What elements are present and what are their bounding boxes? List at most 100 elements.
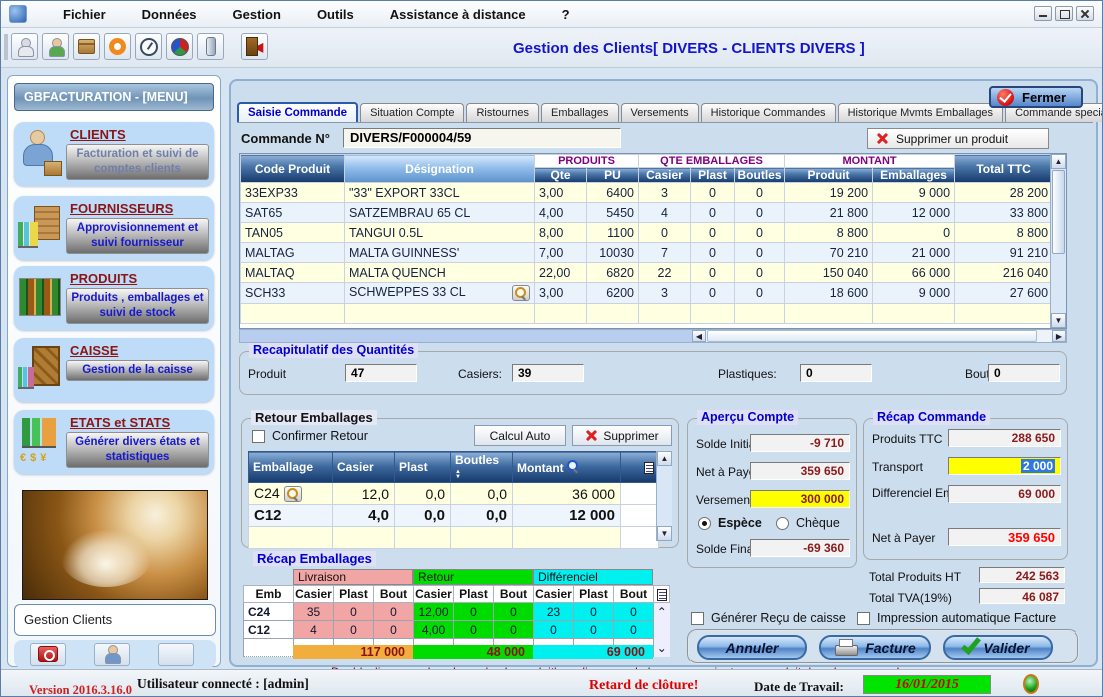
designation-cell[interactable]: SATZEMBRAU 65 CL: [345, 203, 535, 223]
retour-row[interactable]: C24 12,0 0,0 0,0 36 000: [249, 483, 659, 505]
col-header-qte[interactable]: Qte: [535, 168, 587, 183]
sidebar-item-fournisseurs[interactable]: FOURNISSEURS Approvisionnement et suivi …: [14, 196, 214, 260]
retour-col-plast[interactable]: Plast: [395, 452, 451, 483]
retour-casier-cell[interactable]: 4,00: [414, 621, 454, 639]
code-cell[interactable]: MALTAG: [241, 243, 345, 263]
col-header-pu[interactable]: PU: [587, 168, 639, 183]
impression-auto-option[interactable]: Impression automatique Facture: [857, 611, 1056, 625]
delete-product-button[interactable]: Supprimer un produit: [867, 128, 1049, 149]
plast-cell[interactable]: 0: [691, 223, 735, 243]
produit-qty-field[interactable]: 47: [345, 364, 417, 382]
lookup-button[interactable]: [284, 486, 302, 502]
montant-cell[interactable]: 36 000: [513, 483, 621, 505]
casier-cell[interactable]: 12,0: [333, 483, 395, 505]
order-number-input[interactable]: DIVERS/F000004/59: [343, 128, 621, 148]
retour-col-emballage[interactable]: Emballage: [249, 452, 333, 483]
designation-cell[interactable]: "33" EXPORT 33CL: [345, 183, 535, 203]
pu-cell[interactable]: 1100: [587, 223, 639, 243]
sidebar-item-produits[interactable]: PRODUITS Produits , emballages et suivi …: [14, 266, 214, 330]
sidebar-item-title[interactable]: ETATS et STATS: [70, 415, 209, 430]
sidebar-item-clients[interactable]: CLIENTS Facturation et suivi de comptes …: [14, 122, 214, 186]
payment-espece-option[interactable]: Espèce: [698, 516, 762, 530]
sidebar-item-caisse[interactable]: CAISSE Gestion de la caisse: [14, 338, 214, 402]
designation-cell[interactable]: MALTA GUINNESS': [345, 243, 535, 263]
diff-casier-cell[interactable]: 0: [534, 621, 574, 639]
sidebar-item-title[interactable]: PRODUITS: [70, 271, 209, 286]
plast-cell[interactable]: 0: [691, 243, 735, 263]
product-row[interactable]: 33EXP33 "33" EXPORT 33CL 3,00 6400 3 0 0…: [241, 183, 1053, 203]
sidebar-item-title[interactable]: CLIENTS: [70, 127, 209, 142]
emballages-cell[interactable]: 12 000: [873, 203, 955, 223]
plast-cell[interactable]: 0: [691, 183, 735, 203]
menu-item-fichier[interactable]: Fichier: [63, 7, 106, 22]
confirm-retour-option[interactable]: Confirmer Retour: [252, 429, 368, 443]
casiers-qty-field[interactable]: 39: [512, 364, 584, 382]
recu-caisse-option[interactable]: Générer Reçu de caisse: [691, 611, 846, 625]
copy-grid-icon[interactable]: [657, 589, 667, 601]
emballages-cell[interactable]: 9 000: [873, 183, 955, 203]
total-cell[interactable]: 8 800: [955, 223, 1053, 243]
casier-cell[interactable]: 4,0: [333, 505, 395, 527]
plast-cell[interactable]: 0: [691, 263, 735, 283]
boutles-cell[interactable]: 0: [735, 283, 785, 304]
casier-cell[interactable]: 0: [639, 223, 691, 243]
tab-historique-commandes[interactable]: Historique Commandes: [701, 103, 836, 122]
total-cell[interactable]: 27 600: [955, 283, 1053, 304]
retour-col-boutles[interactable]: Boutles ▲▼: [451, 452, 513, 483]
emballage-cell[interactable]: C12: [249, 505, 333, 527]
emb-cell[interactable]: C12: [244, 621, 294, 639]
menu-item-aide[interactable]: ?: [562, 7, 570, 22]
emballages-cell[interactable]: 66 000: [873, 263, 955, 283]
product-row[interactable]: MALTAQ MALTA QUENCH 22,00 6820 22 0 0 15…: [241, 263, 1053, 283]
search-icon[interactable]: [567, 460, 579, 472]
col-header-emballages[interactable]: Emballages: [873, 168, 955, 183]
casier-cell[interactable]: 7: [639, 243, 691, 263]
designation-cell[interactable]: SCHWEPPES 33 CL: [345, 283, 535, 304]
retour-plast-cell[interactable]: 0: [454, 621, 494, 639]
cheque-radio[interactable]: [776, 517, 789, 530]
livraison-plast-cell[interactable]: 0: [334, 621, 374, 639]
supprimer-button[interactable]: Supprimer: [572, 425, 672, 446]
copy-grid-icon[interactable]: [644, 462, 654, 474]
power-off-button[interactable]: [30, 643, 66, 666]
diff-plast-cell[interactable]: 0: [574, 621, 614, 639]
montant-cell[interactable]: 12 000: [513, 505, 621, 527]
plastiques-qty-field[interactable]: 0: [800, 364, 872, 382]
plast-cell[interactable]: 0,0: [395, 483, 451, 505]
qte-cell[interactable]: 4,00: [535, 203, 587, 223]
tab-historique-mvmts[interactable]: Historique Mvmts Emballages: [838, 103, 1004, 122]
emballages-cell[interactable]: 0: [873, 223, 955, 243]
plast-cell[interactable]: 0,0: [395, 505, 451, 527]
produit-cell[interactable]: 18 600: [785, 283, 873, 304]
tab-ristournes[interactable]: Ristournes: [466, 103, 539, 122]
toolbar-gauge-button[interactable]: [135, 33, 162, 60]
casier-cell[interactable]: 4: [639, 203, 691, 223]
pu-cell[interactable]: 6820: [587, 263, 639, 283]
produit-cell[interactable]: 150 040: [785, 263, 873, 283]
emballage-cell[interactable]: C24: [249, 483, 333, 505]
produit-cell[interactable]: 21 800: [785, 203, 873, 223]
casier-cell[interactable]: 3: [639, 183, 691, 203]
boutles-cell[interactable]: 0: [735, 243, 785, 263]
sidebar-item-etats[interactable]: €$¥ ETATS et STATS Générer divers états …: [14, 410, 214, 474]
lookup-button[interactable]: [512, 285, 530, 301]
livraison-bout-cell[interactable]: 0: [374, 603, 414, 621]
col-header-boutles[interactable]: Boutles: [735, 168, 785, 183]
retour-vertical-scrollbar[interactable]: ▲ ▼: [656, 451, 672, 541]
produit-cell[interactable]: 19 200: [785, 183, 873, 203]
code-cell[interactable]: SCH33: [241, 283, 345, 304]
payment-cheque-option[interactable]: Chèque: [776, 516, 840, 530]
produit-cell[interactable]: 8 800: [785, 223, 873, 243]
casier-cell[interactable]: 3: [639, 283, 691, 304]
product-row[interactable]: SCH33 SCHWEPPES 33 CL 3,00 6200 3 0 0 18…: [241, 283, 1053, 304]
code-cell[interactable]: 33EXP33: [241, 183, 345, 203]
toolbar-clients-button[interactable]: [42, 33, 69, 60]
minimize-icon[interactable]: [1034, 6, 1052, 21]
casier-cell[interactable]: 22: [639, 263, 691, 283]
versement-field[interactable]: 300 000: [750, 490, 850, 508]
scroll-down-icon[interactable]: ▼: [1051, 313, 1066, 328]
impression-auto-checkbox[interactable]: [857, 612, 870, 625]
recap-row[interactable]: C12 4 0 0 4,00 0 0 0 0 0: [244, 621, 670, 639]
diff-casier-cell[interactable]: 23: [534, 603, 574, 621]
total-cell[interactable]: 28 200: [955, 183, 1053, 203]
